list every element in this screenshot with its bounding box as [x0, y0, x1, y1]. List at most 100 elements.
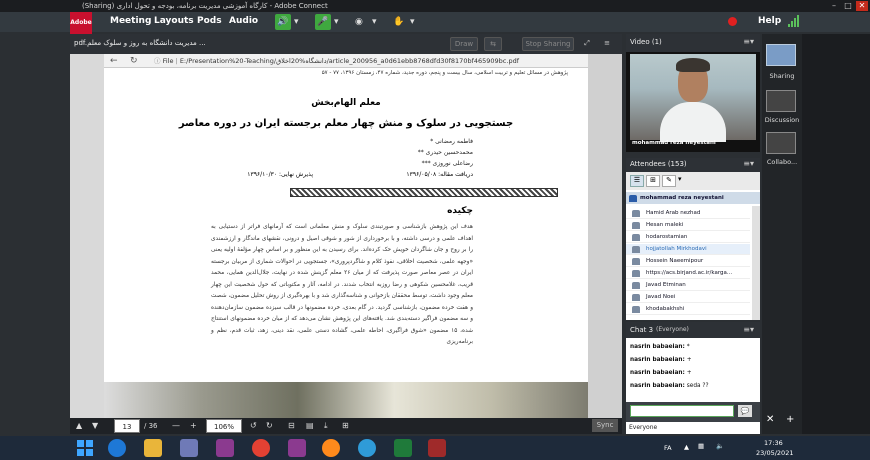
connection-signal-icon — [788, 15, 802, 27]
attendee-row[interactable]: https://acs.birjand.ac.ir/karga... — [626, 268, 750, 279]
pod-menu-icon[interactable]: ≡▾ — [743, 159, 754, 168]
volume-icon[interactable]: 🔈 — [716, 442, 724, 450]
menu-help[interactable]: Help — [758, 16, 781, 26]
chat-input-area: 💬 — [626, 402, 760, 422]
attendee-row[interactable]: Hossein Naeemipour — [626, 256, 750, 267]
add-layout-icon[interactable]: + — [786, 414, 794, 425]
chat-sender: nasrin babaeian: — [630, 383, 685, 389]
chevron-down-icon[interactable]: ▾ — [372, 14, 377, 30]
breakout-icon[interactable]: ⊞ — [646, 175, 660, 187]
host-icon — [629, 195, 637, 202]
visual-studio-icon[interactable] — [288, 439, 306, 457]
zoom-out-icon[interactable]: — — [172, 419, 180, 433]
menu-audio[interactable]: Audio — [229, 16, 258, 26]
download-icon[interactable]: ⤓ — [324, 419, 328, 433]
prev-page-icon[interactable]: ▲ — [76, 419, 82, 433]
app-icon[interactable] — [180, 439, 198, 457]
chat-tab-everyone[interactable]: Everyone — [626, 422, 760, 434]
list-view-icon[interactable]: ☰ — [630, 175, 644, 187]
reload-icon[interactable]: ↻ — [130, 54, 138, 68]
attendee-scrollbar[interactable] — [752, 206, 760, 320]
raise-hand-icon[interactable]: ✋ — [393, 14, 404, 30]
adobe-connect-icon[interactable] — [428, 439, 446, 457]
chat-message: nasrin babaeian: + — [630, 370, 692, 376]
document-toolbar: ▲ ▼ 13 / 36 — + 106% ↺ ↻ ⊟ ▤ ⤓ ⊞ Sync — [70, 418, 622, 434]
clock-date[interactable]: 23/05/2021 — [756, 449, 793, 457]
microphone-icon[interactable]: 🎤 — [315, 14, 331, 30]
control-icon[interactable]: ⇆ — [484, 37, 502, 51]
host-row[interactable]: mohammad reza neyestani — [626, 192, 760, 204]
speaker-icon[interactable]: 🔊 — [275, 14, 291, 30]
address-field[interactable]: ⓘ File | E:/Presentation%20-Teaching/دان… — [154, 54, 584, 68]
chrome-icon[interactable] — [252, 439, 270, 457]
attendee-row[interactable]: Hesan maleki — [626, 220, 750, 231]
close-layout-icon[interactable]: ✕ — [766, 414, 774, 425]
next-page-image — [104, 382, 588, 418]
menu-layouts[interactable]: Layouts — [154, 16, 194, 26]
firefox-icon[interactable] — [322, 439, 340, 457]
chevron-down-icon[interactable]: ▾ — [334, 14, 339, 30]
attendee-row[interactable]: hojjatollah Mirkhodavi — [626, 244, 750, 255]
network-icon[interactable]: ▦ — [698, 442, 704, 450]
back-icon[interactable]: ← — [110, 54, 118, 68]
received-date: دریافت مقاله: ۱۳۹۶/۰۵/۰۸ — [406, 171, 473, 178]
excel-icon[interactable] — [394, 439, 412, 457]
pod-menu-icon[interactable]: ≡▾ — [743, 325, 754, 334]
edge-icon[interactable] — [358, 439, 376, 457]
rotate-icon[interactable]: ↺ — [250, 419, 257, 433]
chevron-down-icon[interactable]: ▾ — [678, 175, 682, 183]
zoom-select[interactable]: 106% — [206, 419, 242, 433]
chevron-down-icon[interactable]: ▾ — [410, 14, 415, 30]
attendee-row[interactable]: Javad Etminan — [626, 280, 750, 291]
clock-time[interactable]: 17:36 — [764, 439, 783, 447]
page-number-input[interactable]: 13 — [114, 419, 140, 433]
layout-discussion-thumb[interactable] — [766, 90, 796, 112]
attendee-name: hodarostamian — [646, 234, 688, 240]
minimize-icon[interactable]: – — [828, 1, 840, 11]
person-icon — [632, 282, 640, 289]
sync-button[interactable]: Sync — [592, 419, 618, 432]
edit-user-icon[interactable]: ✎ — [662, 175, 676, 187]
person-icon — [632, 246, 640, 253]
share-scroll-area[interactable] — [588, 54, 622, 418]
attendee-row[interactable]: khodabakhshi — [626, 304, 750, 315]
internet-explorer-icon[interactable] — [108, 439, 126, 457]
close-icon[interactable]: ✕ — [856, 1, 868, 11]
attendees-pod-title: Attendees (153) — [630, 160, 687, 168]
pod-menu-icon[interactable]: ≡▾ — [743, 37, 754, 46]
author-line: محمدحسین حیدری ** — [417, 149, 473, 156]
attendee-name: hojjatollah Mirkhodavi — [646, 246, 707, 252]
menu-pods[interactable]: Pods — [197, 16, 222, 26]
next-page-icon[interactable]: ▼ — [92, 419, 98, 433]
draw-button[interactable]: Draw — [450, 37, 478, 51]
stop-sharing-button[interactable]: Stop Sharing — [522, 37, 574, 51]
single-page-icon[interactable]: ▤ — [306, 419, 314, 433]
fit-width-icon[interactable]: ⊟ — [288, 419, 295, 433]
layout-sharing-thumb[interactable] — [766, 44, 796, 66]
layout-sharing-label: Sharing — [769, 72, 795, 80]
visual-studio-icon[interactable] — [216, 439, 234, 457]
zoom-in-icon[interactable]: + — [190, 419, 197, 433]
attendee-row[interactable]: hodarostamian — [626, 232, 750, 243]
windows-start-icon[interactable] — [76, 439, 94, 457]
fullscreen-icon[interactable]: ⤢ — [580, 37, 594, 51]
language-indicator[interactable]: FA — [664, 444, 672, 452]
attendee-row[interactable]: Javad Noei — [626, 292, 750, 303]
tray-up-icon[interactable]: ▲ — [684, 443, 689, 451]
attendee-row[interactable]: Hamid Arab nezhad — [626, 208, 750, 219]
attendee-list: mohammad reza neyestani Hamid Arab nezha… — [626, 190, 760, 320]
person-icon — [632, 258, 640, 265]
send-icon[interactable]: 💬 — [738, 405, 752, 417]
chat-input[interactable] — [630, 405, 734, 417]
menu-meeting[interactable]: Meeting — [110, 16, 151, 26]
redo-icon[interactable]: ↻ — [266, 419, 273, 433]
maximize-icon[interactable]: □ — [842, 1, 854, 11]
grid-icon[interactable]: ⊞ — [342, 419, 349, 433]
pod-menu-icon[interactable]: ≡ — [600, 37, 614, 51]
webcam-icon[interactable]: ◉ — [355, 14, 363, 30]
file-explorer-icon[interactable] — [144, 439, 162, 457]
window-title: (Sharing) کارگاه آموزشی مدیریت برنامه، ب… — [82, 2, 328, 10]
chevron-down-icon[interactable]: ▾ — [294, 14, 299, 30]
layout-collaboration-thumb[interactable] — [766, 132, 796, 154]
video-feed: mohammad reza neyestani — [626, 52, 760, 152]
